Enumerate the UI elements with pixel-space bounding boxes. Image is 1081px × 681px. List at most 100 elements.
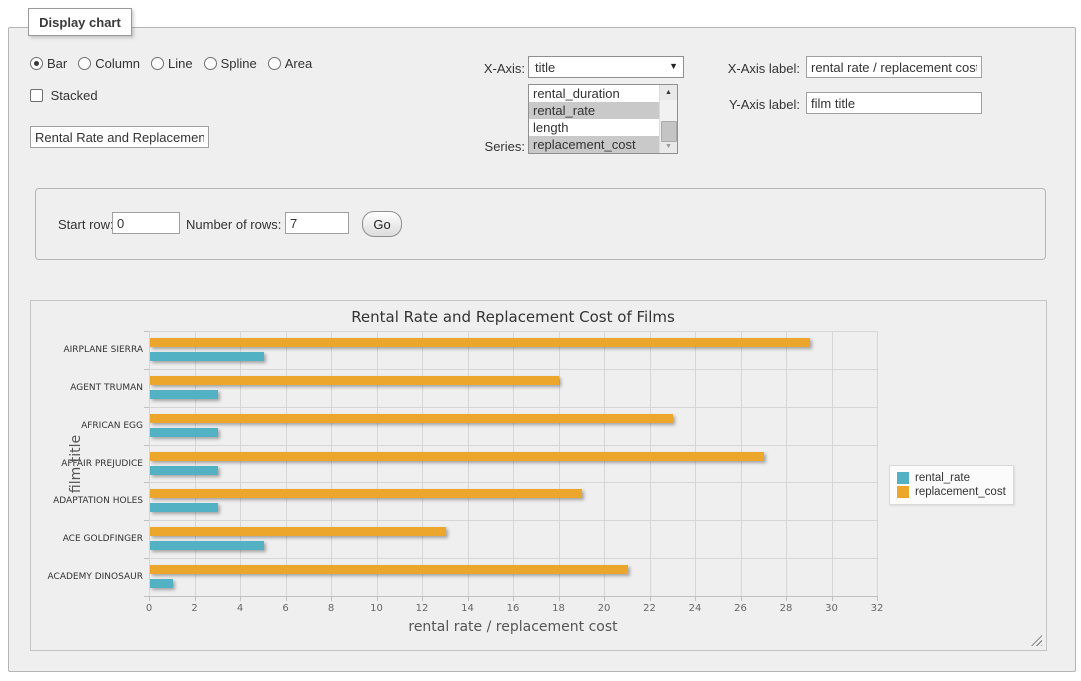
x-axis-select[interactable]: title ▼ (528, 56, 684, 78)
legend-swatch (897, 472, 909, 484)
y-axis-title: film title (68, 424, 84, 504)
bar-rental_rate[interactable] (150, 352, 264, 361)
x-tick-label: 8 (311, 603, 351, 614)
start-row-label: Start row: (58, 217, 114, 232)
x-tick-label: 16 (493, 603, 533, 614)
x-tick-label: 24 (675, 603, 715, 614)
bar-replacement_cost[interactable] (150, 489, 582, 498)
y-axis-label-label: Y-Axis label: (690, 97, 800, 112)
x-axis-label-input[interactable] (806, 56, 982, 78)
gridline-vertical (695, 331, 696, 596)
gridline-vertical (422, 331, 423, 596)
resize-handle-icon[interactable] (1031, 635, 1042, 646)
bar-rental_rate[interactable] (150, 579, 173, 588)
go-button[interactable]: Go (362, 211, 402, 237)
x-tick-label: 20 (584, 603, 624, 614)
chart-title: Rental Rate and Replacement Cost of Film… (149, 308, 877, 326)
series-option[interactable]: rental_duration (529, 85, 665, 102)
panel-title: Display chart (28, 8, 132, 36)
chart-type-label[interactable]: Bar (47, 56, 67, 71)
y-axis-tick (144, 331, 149, 332)
x-tick-label: 4 (220, 603, 260, 614)
scroll-up-icon[interactable]: ▲ (660, 85, 677, 100)
chart-type-option-column: Column (78, 56, 140, 71)
legend-label: rental_rate (915, 472, 970, 484)
chart-title-input[interactable] (30, 126, 209, 148)
y-axis-tick (144, 520, 149, 521)
chart-type-option-bar: Bar (30, 56, 67, 71)
chart-type-label[interactable]: Line (168, 56, 193, 71)
stacked-label[interactable]: Stacked (51, 88, 98, 103)
bar-replacement_cost[interactable] (150, 565, 628, 574)
series-select-label: Series: (430, 139, 525, 154)
chart-legend: rental_rate replacement_cost (889, 465, 1014, 505)
stacked-option: Stacked (30, 88, 98, 103)
gridline-horizontal (149, 445, 877, 446)
x-axis-line (149, 596, 877, 597)
bar-rental_rate[interactable] (150, 428, 218, 437)
bar-replacement_cost[interactable] (150, 338, 810, 347)
gridline-vertical (331, 331, 332, 596)
chart-type-label[interactable]: Column (95, 56, 140, 71)
x-tick-label: 30 (812, 603, 852, 614)
bar-replacement_cost[interactable] (150, 527, 446, 536)
bar-rental_rate[interactable] (150, 466, 218, 475)
gridline-vertical (286, 331, 287, 596)
bar-replacement_cost[interactable] (150, 414, 673, 423)
gridline-horizontal (149, 331, 877, 332)
chart-type-label[interactable]: Spline (221, 56, 257, 71)
chart-type-radio-spline[interactable] (204, 57, 217, 70)
x-tick-label: 28 (766, 603, 806, 614)
x-tick-label: 14 (448, 603, 488, 614)
x-tick-label: 6 (266, 603, 306, 614)
x-tick-label: 32 (857, 603, 897, 614)
scrollbar-thumb[interactable] (661, 121, 677, 142)
chart-type-label[interactable]: Area (285, 56, 312, 71)
x-tick-label: 18 (539, 603, 579, 614)
category-label: AIRPLANE SIERRA (31, 345, 143, 355)
x-axis-select-label: X-Axis: (430, 61, 525, 76)
stacked-checkbox[interactable] (30, 89, 43, 102)
chart-type-radio-bar[interactable] (30, 57, 43, 70)
x-axis-selected-value: title (535, 60, 555, 75)
gridline-horizontal (149, 558, 877, 559)
x-axis-label-label: X-Axis label: (690, 61, 800, 76)
x-tick-label: 0 (129, 603, 169, 614)
gridline-horizontal (149, 369, 877, 370)
x-tick-label: 10 (357, 603, 397, 614)
dropdown-arrow-icon: ▼ (669, 61, 678, 71)
bar-rental_rate[interactable] (150, 541, 264, 550)
category-label: ACADEMY DINOSAUR (31, 572, 143, 582)
chart-type-radio-column[interactable] (78, 57, 91, 70)
series-option[interactable]: rental_rate (529, 102, 665, 119)
bar-rental_rate[interactable] (150, 503, 218, 512)
legend-item-rental_rate[interactable]: rental_rate (897, 472, 1006, 484)
bar-replacement_cost[interactable] (150, 452, 764, 461)
start-row-input[interactable] (112, 212, 180, 234)
x-axis-title: rental rate / replacement cost (149, 619, 877, 635)
x-tick-label: 22 (630, 603, 670, 614)
series-option[interactable]: replacement_cost (529, 136, 665, 153)
legend-item-replacement_cost[interactable]: replacement_cost (897, 486, 1006, 498)
chart-type-radio-area[interactable] (268, 57, 281, 70)
x-tick-label: 12 (402, 603, 442, 614)
chart-type-radio-line[interactable] (151, 57, 164, 70)
y-axis-tick (144, 445, 149, 446)
page: Display chart Bar Column Line Spline Area St… (0, 0, 1081, 681)
category-label: ADAPTATION HOLES (31, 496, 143, 506)
series-scrollbar[interactable]: ▲ ▼ (659, 85, 677, 153)
x-axis-tick (877, 596, 878, 601)
bar-rental_rate[interactable] (150, 390, 218, 399)
category-label: ACE GOLDFINGER (31, 534, 143, 544)
bar-replacement_cost[interactable] (150, 376, 559, 385)
y-axis-tick (144, 558, 149, 559)
number-of-rows-input[interactable] (285, 212, 349, 234)
chart-type-option-area: Area (268, 56, 312, 71)
gridline-vertical (786, 331, 787, 596)
y-axis-label-input[interactable] (806, 92, 982, 114)
gridline-horizontal (149, 482, 877, 483)
gridline-horizontal (149, 407, 877, 408)
series-option[interactable]: length (529, 119, 665, 136)
series-multiselect[interactable]: rental_durationrental_ratelengthreplacem… (528, 84, 678, 154)
category-label: AFRICAN EGG (31, 421, 143, 431)
